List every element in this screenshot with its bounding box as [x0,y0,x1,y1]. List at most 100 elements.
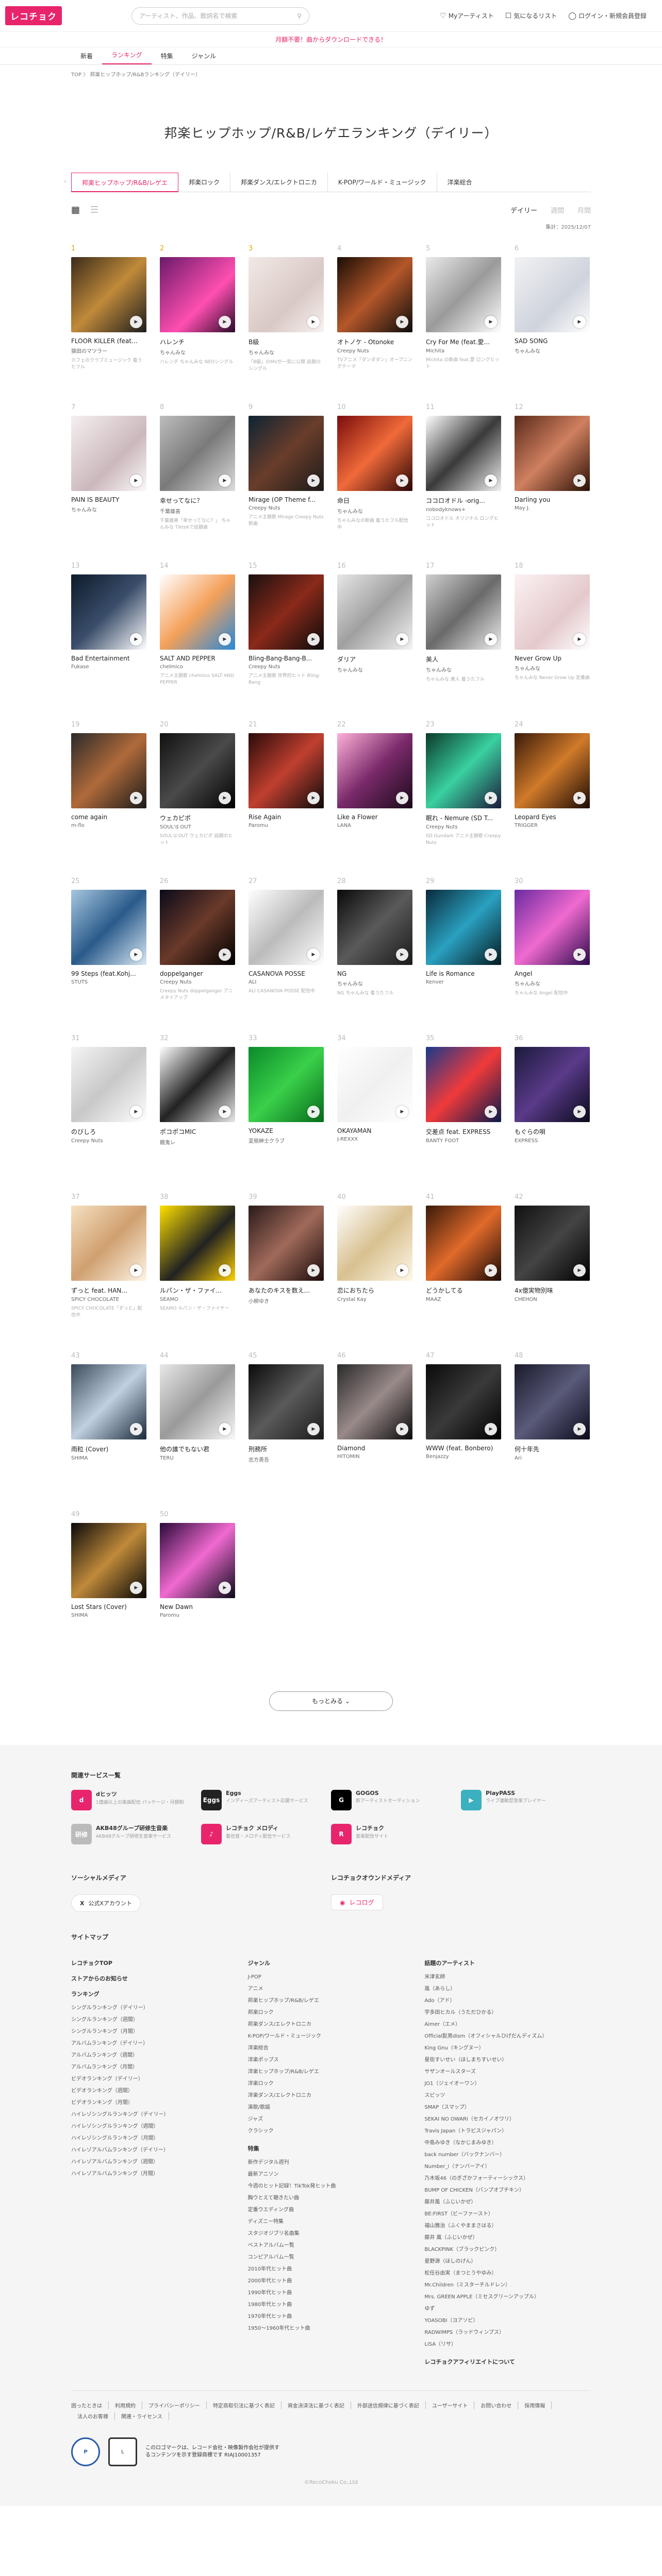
ranking-card[interactable]: 42 ▶ 4x億実物別味 CHEHON [515,1193,590,1321]
play-icon[interactable]: ▶ [396,1106,408,1118]
album-art[interactable]: ▶ [426,1206,501,1281]
song-title[interactable]: Diamond [337,1445,412,1452]
ranking-card[interactable]: 14 ▶ SALT AND PEPPER chelmico アニメ主題歌 che… [160,562,235,690]
song-title[interactable]: SAD SONG [515,337,590,345]
sitemap-link[interactable]: ベストアルバム一覧 [248,2240,415,2251]
artist-name[interactable]: Crystal Kay [337,1297,412,1302]
artist-name[interactable]: Ari [515,1455,590,1461]
album-art[interactable]: ▶ [337,574,412,650]
ranking-card[interactable]: 6 ▶ SAD SONG ちゃんみな [515,245,590,372]
ranking-card[interactable]: 47 ▶ WWW (feat. Bonbero) Benjazzy [426,1352,501,1480]
album-art[interactable]: ▶ [426,890,501,965]
ranking-card[interactable]: 15 ▶ Bling-Bang-Bang-B... Creepy Nuts アニ… [249,562,324,690]
artist-name[interactable]: chelmico [160,664,235,670]
play-icon[interactable]: ▶ [307,792,320,804]
sitemap-link[interactable]: ビデオランキング（月間） [71,2097,238,2109]
play-icon[interactable]: ▶ [130,792,142,804]
ranking-card[interactable]: 21 ▶ Rise Again Paromu [249,721,324,846]
recolog-link[interactable]: ◉ レコログ [331,1894,383,1910]
sitemap-link[interactable]: King Gnu（キングヌー） [424,2042,591,2054]
song-title[interactable]: Darling you [515,496,590,503]
album-art[interactable]: ▶ [515,1206,590,1281]
album-art[interactable]: ▶ [515,1364,590,1439]
play-icon[interactable]: ▶ [573,316,586,328]
album-art[interactable]: ▶ [249,1364,324,1439]
song-title[interactable]: YOKAZE [249,1127,324,1134]
ranking-card[interactable]: 1 ▶ FLOOR KILLER (feat... 猿田のマツラー カフェのクラ… [71,245,146,372]
sitemap-link[interactable]: ビデオランキング（週間） [71,2085,238,2097]
album-art[interactable]: ▶ [160,1206,235,1281]
sitemap-link[interactable]: 邦楽ロック [248,2007,415,2019]
song-title[interactable]: ウェカピポ [160,814,235,822]
play-icon[interactable]: ▶ [307,474,320,487]
artist-name[interactable]: 猿田のマツラー [71,347,146,354]
artist-name[interactable]: STUTS [71,979,146,985]
play-icon[interactable]: ▶ [130,474,142,487]
song-title[interactable]: FLOOR KILLER (feat... [71,337,146,345]
song-title[interactable]: オトノケ - Otonoke [337,337,412,346]
sitemap-link[interactable]: Mrs. GREEN APPLE（ミセスグリーンアップル） [424,2291,591,2303]
artist-name[interactable]: ALI [249,979,324,985]
play-icon[interactable]: ▶ [396,316,408,328]
album-art[interactable]: ▶ [337,733,412,808]
artist-name[interactable]: ちゃんみな [515,979,590,987]
tab-dance[interactable]: 邦楽ダンス/エレクトロニカ [230,172,328,192]
album-art[interactable]: ▶ [249,257,324,332]
nav-new[interactable]: 新着 [71,52,102,64]
artist-name[interactable]: TERU [160,1455,235,1461]
album-art[interactable]: ▶ [337,1047,412,1122]
period-monthly[interactable]: 月間 [577,205,591,215]
play-icon[interactable]: ▶ [485,633,497,646]
sitemap-link[interactable]: 福山雅治（ふくやままさはる） [424,2220,591,2232]
song-title[interactable]: doppelganger [160,970,235,977]
play-icon[interactable]: ▶ [307,1423,320,1435]
sitemap-link[interactable]: Number_i（ナンバーアイ） [424,2161,591,2173]
artist-name[interactable]: nobodyknows+ [426,507,501,513]
sitemap-link[interactable]: ハイレゾアルバムランキング（デイリー） [71,2144,238,2156]
sitemap-link[interactable]: 今週のヒット記録！TikTok発ヒット曲 [248,2180,415,2192]
ranking-card[interactable]: 46 ▶ Diamond HITOMIN [337,1352,412,1480]
play-icon[interactable]: ▶ [485,948,497,961]
footer-link[interactable]: 採用情報 [518,2401,552,2409]
play-icon[interactable]: ▶ [573,1106,586,1118]
play-icon[interactable]: ▶ [485,316,497,328]
sitemap-link[interactable]: 1990年代ヒット曲 [248,2287,415,2299]
sitemap-link[interactable]: Aimer（エメ） [424,2019,591,2030]
album-art[interactable]: ▶ [426,733,501,808]
footer-link[interactable]: 特定商取引法に基づく表記 [207,2401,282,2409]
album-art[interactable]: ▶ [337,1206,412,1281]
more-button[interactable]: もっとみる ⌄ [269,1691,393,1711]
artist-name[interactable]: SEAMO [160,1297,235,1302]
artist-name[interactable]: SOUL'd OUT [160,824,235,830]
song-title[interactable]: Angel [515,970,590,977]
ranking-card[interactable]: 7 ▶ PAIN IS BEAUTY ちゃんみな [71,403,146,531]
artist-name[interactable]: Paromu [160,1613,235,1618]
ranking-card[interactable]: 4 ▶ オトノケ - Otonoke Creepy Nuts TVアニメ「ダンダ… [337,245,412,372]
play-icon[interactable]: ▶ [485,474,497,487]
album-art[interactable]: ▶ [249,574,324,650]
album-art[interactable]: ▶ [71,416,146,491]
sitemap-link[interactable]: Ado（アド） [424,1995,591,2007]
play-icon[interactable]: ▶ [573,948,586,961]
artist-name[interactable]: 餓鬼レ [160,1138,235,1146]
ranking-card[interactable]: 8 ▶ 幸せってなに？ 千葉雄喜 千葉雄喜「幸せってなに？」 ちゃんみな Tik… [160,403,235,531]
play-icon[interactable]: ▶ [396,792,408,804]
song-title[interactable]: 刑務所 [249,1445,324,1453]
sitemap-link[interactable]: サザンオールスターズ [424,2066,591,2078]
ranking-card[interactable]: 37 ▶ ずっと feat. HAN... SPICY CHOCOLATE SP… [71,1193,146,1321]
song-title[interactable]: のびしろ [71,1127,146,1136]
play-icon[interactable]: ▶ [219,1106,231,1118]
album-art[interactable]: ▶ [160,1364,235,1439]
sitemap-link[interactable]: 洋楽総合 [248,2042,415,2054]
ranking-card[interactable]: 13 ▶ Bad Entertainment Fukase [71,562,146,690]
artist-name[interactable]: Paromu [249,823,324,828]
ranking-card[interactable]: 32 ▶ ポコポコMIC 餓鬼レ [160,1035,235,1162]
sitemap-link[interactable]: ディズニー特集 [248,2216,415,2228]
album-art[interactable]: ▶ [160,733,235,808]
sitemap-link[interactable]: アルバムランキング（月間） [71,2061,238,2073]
song-title[interactable]: もぐらの唄 [515,1127,590,1136]
sitemap-link[interactable]: クラシック [248,2125,415,2137]
ranking-card[interactable]: 35 ▶ 交差点 feat. EXPRESS BANTY FOOT [426,1035,501,1162]
artist-name[interactable]: Creepy Nuts [249,664,324,670]
tab-kpop[interactable]: K-POP/ワールド・ミュージック [328,172,437,192]
